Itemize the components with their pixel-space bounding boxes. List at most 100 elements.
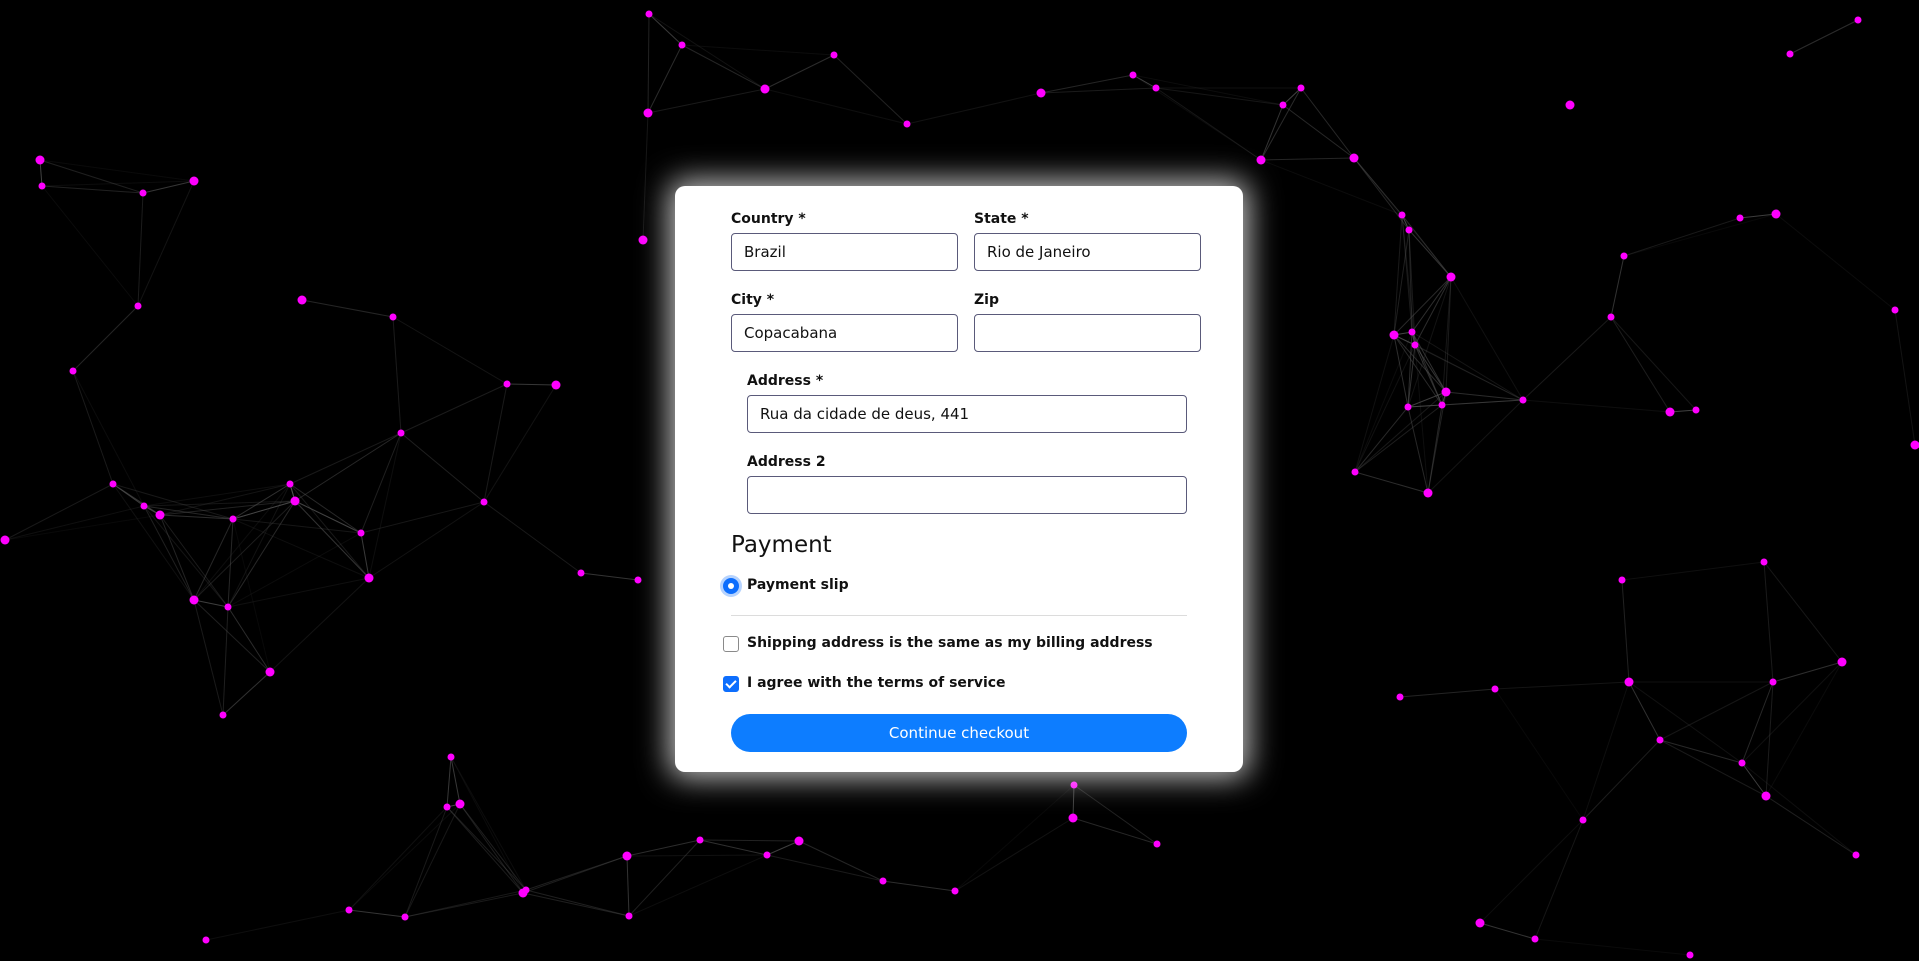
network-link <box>1354 391 1447 473</box>
address2-input[interactable] <box>747 476 1187 514</box>
network-node <box>622 851 632 861</box>
network-link <box>681 44 766 90</box>
network-node <box>1068 813 1078 823</box>
continue-checkout-button[interactable]: Continue checkout <box>731 714 1187 752</box>
network-link <box>137 180 195 307</box>
network-node <box>139 189 147 197</box>
city-input[interactable] <box>731 314 958 352</box>
network-node <box>155 510 165 520</box>
network-node <box>1129 71 1137 79</box>
network-link <box>294 500 362 534</box>
network-node <box>364 573 374 583</box>
network-node <box>345 906 353 914</box>
network-link <box>699 839 768 856</box>
network-link <box>483 501 582 574</box>
network-link <box>1260 159 1403 216</box>
network-node <box>1786 50 1794 58</box>
network-node <box>1408 328 1416 336</box>
network-node <box>1531 935 1539 943</box>
network-link <box>1393 214 1403 336</box>
network-link <box>143 505 195 601</box>
shipping-same-label[interactable]: Shipping address is the same as my billi… <box>747 635 1153 651</box>
network-link <box>112 483 195 601</box>
network-link <box>400 432 485 503</box>
network-node <box>1837 657 1847 667</box>
network-link <box>112 483 161 516</box>
network-link <box>483 383 508 503</box>
network-link <box>404 892 524 918</box>
network-link <box>1628 681 1743 764</box>
network-link <box>193 599 224 716</box>
network-node <box>397 429 405 437</box>
network-node <box>1441 387 1451 397</box>
network-link <box>1300 87 1355 159</box>
network-link <box>137 192 144 307</box>
network-link <box>906 92 1042 125</box>
network-node <box>1404 403 1412 411</box>
zip-input[interactable] <box>974 314 1201 352</box>
network-link <box>404 806 448 918</box>
network-link <box>764 88 908 125</box>
checkout-form-card: Country * State * City * Zip Address * A… <box>675 186 1243 772</box>
network-link <box>1763 561 1774 683</box>
network-link <box>1894 309 1916 446</box>
network-link <box>1155 87 1262 161</box>
network-link <box>1393 229 1410 336</box>
network-link <box>72 370 145 507</box>
network-node <box>696 836 704 844</box>
address-input[interactable] <box>747 395 1187 433</box>
network-link <box>1354 471 1429 494</box>
network-link <box>360 432 402 534</box>
network-link <box>72 370 114 485</box>
network-link <box>41 185 139 307</box>
network-node <box>1686 951 1694 959</box>
terms-checkbox[interactable] <box>723 676 739 692</box>
network-link <box>1072 784 1075 819</box>
network-node <box>1423 488 1433 498</box>
network-node <box>879 877 887 885</box>
network-node <box>643 108 653 118</box>
network-node <box>1405 226 1413 234</box>
section-divider <box>731 615 1187 616</box>
network-link <box>232 518 362 534</box>
network-node <box>794 836 804 846</box>
network-link <box>1621 579 1630 683</box>
state-input[interactable] <box>974 233 1201 271</box>
network-node <box>265 667 275 677</box>
network-link <box>1522 399 1671 413</box>
network-node <box>518 888 528 898</box>
network-node <box>202 936 210 944</box>
network-link <box>1763 561 1843 663</box>
network-link <box>143 483 291 507</box>
network-node <box>951 887 959 895</box>
terms-label[interactable]: I agree with the terms of service <box>747 675 1006 691</box>
network-link <box>522 855 628 894</box>
network-link <box>205 909 350 941</box>
network-link <box>459 803 524 894</box>
network-link <box>642 112 649 241</box>
network-link <box>193 599 271 673</box>
network-link <box>159 483 291 516</box>
network-link <box>647 13 650 114</box>
network-link <box>1040 74 1134 94</box>
payment-slip-radio[interactable] <box>723 578 739 594</box>
network-link <box>159 514 229 608</box>
network-link <box>1494 681 1630 690</box>
network-link <box>1534 938 1691 956</box>
network-link <box>954 817 1074 892</box>
state-label: State * <box>974 211 1029 227</box>
network-node <box>1656 736 1664 744</box>
network-node <box>638 235 648 245</box>
network-node <box>38 182 46 190</box>
network-node <box>401 913 409 921</box>
network-node <box>1565 100 1575 110</box>
network-node <box>634 576 642 584</box>
network-node <box>224 603 232 611</box>
network-node <box>443 803 451 811</box>
country-input[interactable] <box>731 233 958 271</box>
network-node <box>903 120 911 128</box>
payment-slip-label[interactable]: Payment slip <box>747 577 849 593</box>
shipping-same-checkbox[interactable] <box>723 636 739 652</box>
network-node <box>1618 576 1626 584</box>
network-node <box>1036 88 1046 98</box>
